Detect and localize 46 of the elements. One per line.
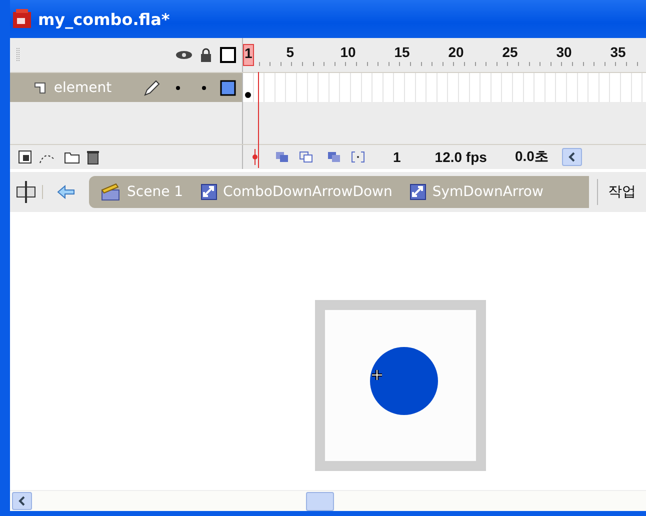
- onion-skin-icon[interactable]: [275, 151, 289, 163]
- frame-number: 10: [340, 44, 357, 60]
- eye-icon[interactable]: [176, 50, 192, 60]
- frame-number: 25: [502, 44, 519, 60]
- folder-icon[interactable]: [64, 150, 80, 164]
- symbol-icon: [201, 184, 218, 200]
- arrow-left-icon: [57, 185, 75, 199]
- layer-icon: [34, 82, 46, 94]
- frame-rate: 12.0 fps: [434, 149, 487, 165]
- circle-shape: [370, 347, 438, 415]
- lock-icon[interactable]: [200, 48, 212, 62]
- frame-number: 15: [394, 44, 411, 60]
- grip-icon: [16, 48, 20, 62]
- frame-number: 1: [243, 44, 254, 66]
- frame-number: 5: [286, 44, 295, 60]
- onion-markers-icon[interactable]: [351, 151, 365, 163]
- registration-icon: [370, 368, 384, 382]
- symbol-icon: [410, 184, 426, 200]
- window-title: my_combo.fla*: [38, 10, 170, 28]
- elapsed-time: 0.0초: [514, 148, 548, 166]
- breadcrumb-link[interactable]: SymDownArrow: [410, 184, 544, 200]
- center-frame-icon[interactable]: [251, 149, 259, 165]
- scroll-left-button[interactable]: [562, 148, 582, 166]
- frame-number: 35: [610, 44, 627, 60]
- workspace-button[interactable]: 작업: [597, 179, 646, 205]
- scroll-left-button[interactable]: [12, 492, 32, 510]
- current-frame: 1: [393, 149, 401, 165]
- breadcrumb-link[interactable]: ComboDownArrowDown: [201, 184, 392, 200]
- frame-number: 20: [448, 44, 465, 60]
- chevron-left-icon: [568, 152, 576, 162]
- film-icon: [16, 181, 36, 203]
- scrollbar-thumb[interactable]: [306, 492, 334, 510]
- chevron-left-icon: [18, 496, 26, 506]
- layer-name: element: [54, 80, 113, 96]
- onion-outline-icon[interactable]: [299, 151, 313, 163]
- edit-multiple-frames-icon[interactable]: [327, 151, 341, 163]
- clapperboard-icon: [101, 183, 121, 201]
- breadcrumb-link[interactable]: Scene 1: [101, 183, 184, 201]
- outline-icon[interactable]: [220, 47, 236, 63]
- app-icon: [12, 9, 32, 29]
- layer-row[interactable]: element: [10, 73, 243, 102]
- pencil-icon: [142, 78, 160, 96]
- trash-icon[interactable]: [87, 150, 99, 164]
- keyframe-icon: [245, 92, 251, 98]
- new-layer-icon[interactable]: [18, 150, 32, 164]
- frame-number: 30: [556, 44, 573, 60]
